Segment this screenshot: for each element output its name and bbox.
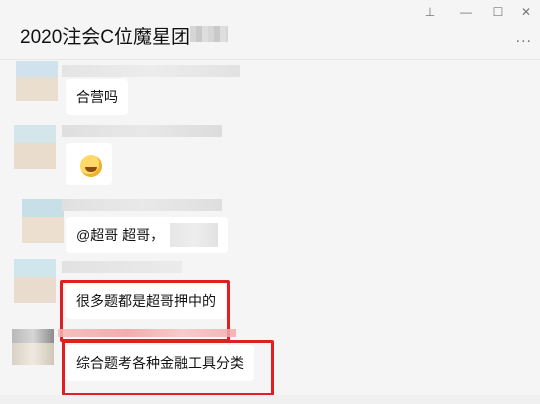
pin-icon[interactable]: ⊥ [418,2,442,22]
more-options-icon[interactable]: ... [516,30,532,46]
mention-redacted [170,223,218,247]
sender-name-redacted [62,199,222,211]
message-list[interactable]: 合营吗 @超哥 超哥， 很多题都是超哥押中的 综合题考各种金融工具分类 [0,61,540,404]
maximize-icon[interactable]: ☐ [486,2,510,22]
minimize-icon[interactable]: — [454,2,478,22]
highlight-box [62,340,274,396]
sender-name-redacted [62,65,240,77]
input-area-edge [0,395,540,404]
message-text: @超哥 超哥， [76,227,165,243]
avatar[interactable] [14,125,56,169]
chat-title: 2020注会C位魔星团 [20,27,190,48]
sender-name-redacted [62,125,222,137]
member-count-redacted [190,26,228,42]
avatar[interactable] [14,259,56,303]
laughing-emoji-icon [80,155,102,177]
close-icon[interactable]: ✕ [514,2,538,22]
avatar[interactable] [22,199,64,243]
message-bubble[interactable]: @超哥 超哥， [66,217,228,253]
chat-header: 2020注会C位魔星团 ⊥ — ☐ ✕ ... [0,0,540,60]
avatar[interactable] [12,329,54,365]
avatar[interactable] [16,61,58,101]
sender-name-redacted [62,261,182,273]
message-bubble[interactable]: 合营吗 [66,79,128,115]
sender-name-redacted [58,329,236,337]
